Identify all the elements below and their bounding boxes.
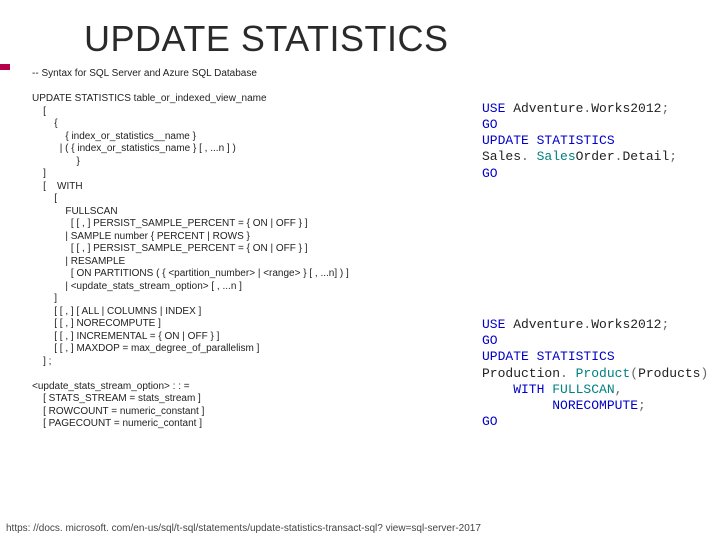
examples-col: USE Adventure.Works2012; GO UPDATE STATI… [482,68,712,463]
kw-use: USE [482,101,505,116]
page-title: UPDATE STATISTICS [0,0,720,68]
example-2: USE Adventure.Works2012; GO UPDATE STATI… [482,317,712,431]
content-row: -- Syntax for SQL Server and Azure SQL D… [0,68,720,463]
kw-go: GO [482,117,498,132]
footer-url: https: //docs. microsoft. com/en-us/sql/… [6,523,481,534]
accent-bar [0,64,10,70]
spacer [482,214,712,284]
syntax-block: -- Syntax for SQL Server and Azure SQL D… [32,68,482,463]
example-1: USE Adventure.Works2012; GO UPDATE STATI… [482,101,712,182]
kw-update-stats: UPDATE STATISTICS [482,133,615,148]
slide: UPDATE STATISTICS -- Syntax for SQL Serv… [0,0,720,540]
